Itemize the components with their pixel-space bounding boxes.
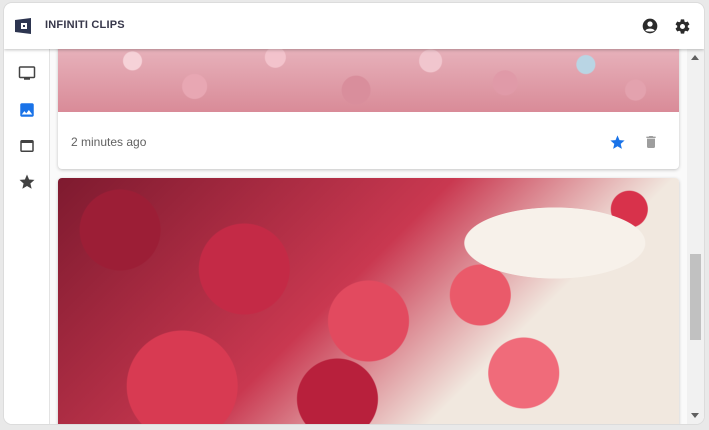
favorite-button[interactable] xyxy=(606,131,628,153)
sidebar-item-windows[interactable] xyxy=(16,135,38,157)
settings-button[interactable] xyxy=(672,16,692,36)
clip-image-cherry-blossom[interactable] xyxy=(58,49,679,112)
vertical-scrollbar[interactable] xyxy=(687,49,704,424)
app-bar: INFINITI CLIPS xyxy=(4,3,704,49)
sidebar-item-images[interactable] xyxy=(16,99,38,121)
scroll-thumb[interactable] xyxy=(690,254,701,340)
app-title: INFINITI CLIPS xyxy=(45,19,125,31)
window-icon xyxy=(20,140,34,152)
delete-icon xyxy=(646,136,656,148)
app-logo-icon xyxy=(15,18,31,34)
clip-timestamp: 2 minutes ago xyxy=(71,135,147,149)
clip-card: 2 minutes ago xyxy=(58,49,679,169)
image-icon xyxy=(20,103,34,117)
clips-list: 2 minutes ago xyxy=(50,49,687,424)
sidebar-item-screens[interactable] xyxy=(16,62,38,84)
clip-image-maple-leaves[interactable] xyxy=(58,178,679,424)
star-icon xyxy=(609,134,625,149)
account-circle-icon xyxy=(642,18,658,34)
sidebar xyxy=(4,49,50,424)
monitor-icon xyxy=(18,66,36,80)
sidebar-item-favorites[interactable] xyxy=(16,171,38,193)
app-window: INFINITI CLIPS 2 minutes ago xyxy=(4,3,704,424)
star-icon xyxy=(19,174,35,189)
settings-gear-icon xyxy=(675,18,689,34)
delete-button[interactable] xyxy=(640,131,662,153)
account-button[interactable] xyxy=(640,16,660,36)
clip-card xyxy=(58,178,679,424)
scroll-down-arrow-icon[interactable] xyxy=(691,413,699,418)
scroll-up-arrow-icon[interactable] xyxy=(691,55,699,60)
